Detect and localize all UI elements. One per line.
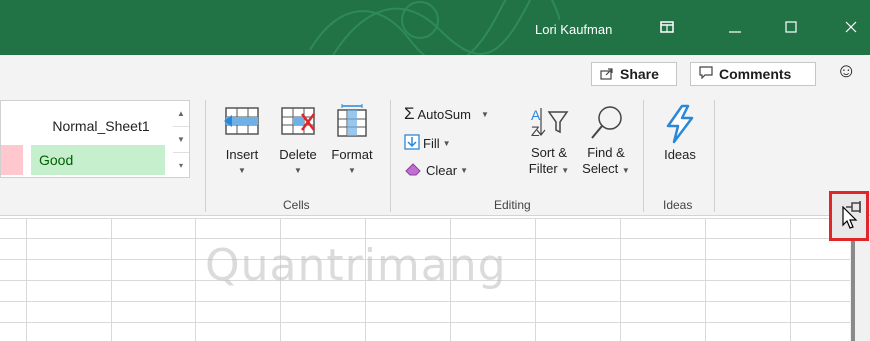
group-separator (714, 100, 715, 212)
close-icon (845, 20, 857, 37)
ideas-group-label: Ideas (663, 198, 693, 212)
cells-group-label: Cells (283, 198, 310, 212)
insert-cells-icon (220, 107, 264, 144)
column-line (111, 218, 112, 341)
ideas-lightning-icon (660, 104, 700, 147)
watermark: Quantrimang (205, 240, 507, 291)
share-label: Share (620, 66, 659, 82)
sort-filter-button[interactable]: A Z Sort & Filter ▼ (524, 104, 574, 179)
svg-text:A: A (531, 107, 541, 123)
delete-button[interactable]: Delete ▼ (270, 104, 326, 175)
style-bad-swatch[interactable] (1, 145, 23, 175)
chevron-down-icon: ▼ (348, 166, 356, 175)
column-line (790, 218, 791, 341)
title-bar-pattern (309, 0, 560, 55)
minimize-icon (729, 20, 741, 37)
find-label-line2: Select (582, 161, 619, 176)
chevron-down-icon: ▼ (481, 109, 489, 119)
insert-label: Insert (225, 147, 259, 162)
fill-button[interactable]: Fill ▼ (404, 134, 451, 153)
autosum-button[interactable]: Σ AutoSum ▼ (404, 104, 489, 124)
maximize-button[interactable] (772, 12, 810, 44)
row-line (0, 322, 850, 323)
find-label-line1: Find & (587, 145, 625, 160)
gallery-more-icon[interactable]: ▾ (173, 153, 189, 178)
insert-button[interactable]: Insert ▼ (214, 104, 270, 175)
gallery-scroll-down-icon[interactable]: ▼ (173, 127, 189, 153)
format-button[interactable]: Format ▼ (324, 104, 380, 175)
gallery-scroll-up-icon[interactable]: ▲ (173, 101, 189, 127)
comments-button[interactable]: Comments (690, 62, 816, 86)
fill-label: Fill (423, 136, 440, 151)
sort-label-line2: Filter (528, 161, 558, 176)
find-select-button[interactable]: Find & Select ▼ (578, 104, 634, 179)
comments-label: Comments (719, 66, 792, 82)
title-bar: Lori Kaufman (0, 0, 870, 55)
eraser-icon (404, 161, 422, 180)
fill-down-icon (404, 134, 420, 153)
styles-gallery-scroll: ▲ ▼ ▾ (173, 100, 190, 178)
ideas-button[interactable]: Ideas (656, 104, 704, 163)
sort-filter-icon: A Z (527, 107, 571, 145)
restore-ribbon-icon (660, 20, 674, 37)
mouse-cursor-icon (842, 205, 858, 235)
comment-icon (699, 66, 713, 82)
clear-label: Clear (426, 163, 458, 178)
delete-cells-icon (276, 107, 320, 144)
column-line (535, 218, 536, 341)
row-line (0, 301, 850, 302)
style-normal-sheet1[interactable]: Normal_Sheet1 (31, 111, 171, 141)
svg-text:Z: Z (531, 123, 540, 139)
share-icon (600, 66, 614, 83)
chevron-down-icon: ▼ (442, 139, 451, 148)
row-line (0, 218, 850, 219)
magnifier-icon (584, 106, 628, 145)
delete-label: Delete (279, 147, 317, 162)
pin-ribbon-button[interactable] (829, 191, 869, 241)
column-line (195, 218, 196, 341)
chevron-down-icon: ▼ (561, 166, 570, 175)
group-separator (205, 100, 206, 212)
chevron-down-icon: ▼ (460, 166, 468, 175)
editing-group-label: Editing (494, 198, 531, 212)
style-good[interactable]: Good (31, 145, 165, 175)
format-cells-icon (330, 104, 374, 144)
chevron-down-icon: ▼ (238, 166, 246, 175)
close-button[interactable] (832, 12, 870, 44)
user-name[interactable]: Lori Kaufman (535, 22, 612, 37)
cell-styles-gallery: Normal_Sheet1 Good (0, 100, 174, 178)
group-separator (643, 100, 644, 212)
format-label: Format (331, 147, 373, 162)
column-line (705, 218, 706, 341)
column-line (620, 218, 621, 341)
autosum-label: AutoSum (417, 106, 471, 122)
ideas-label: Ideas (664, 147, 696, 162)
share-button[interactable]: Share (591, 62, 677, 86)
sort-label-line1: Sort & (530, 145, 568, 160)
ribbon-display-options-button[interactable] (648, 12, 686, 44)
sigma-icon: Σ (404, 104, 415, 123)
chevron-down-icon: ▼ (294, 166, 302, 175)
feedback-smiley-icon[interactable]: ☺ (836, 60, 856, 83)
row-line (0, 238, 850, 239)
minimize-button[interactable] (716, 12, 754, 44)
group-separator (390, 100, 391, 212)
column-line (26, 218, 27, 341)
maximize-icon (785, 20, 797, 37)
clear-button[interactable]: Clear ▼ (404, 161, 468, 180)
chevron-down-icon: ▼ (621, 166, 630, 175)
